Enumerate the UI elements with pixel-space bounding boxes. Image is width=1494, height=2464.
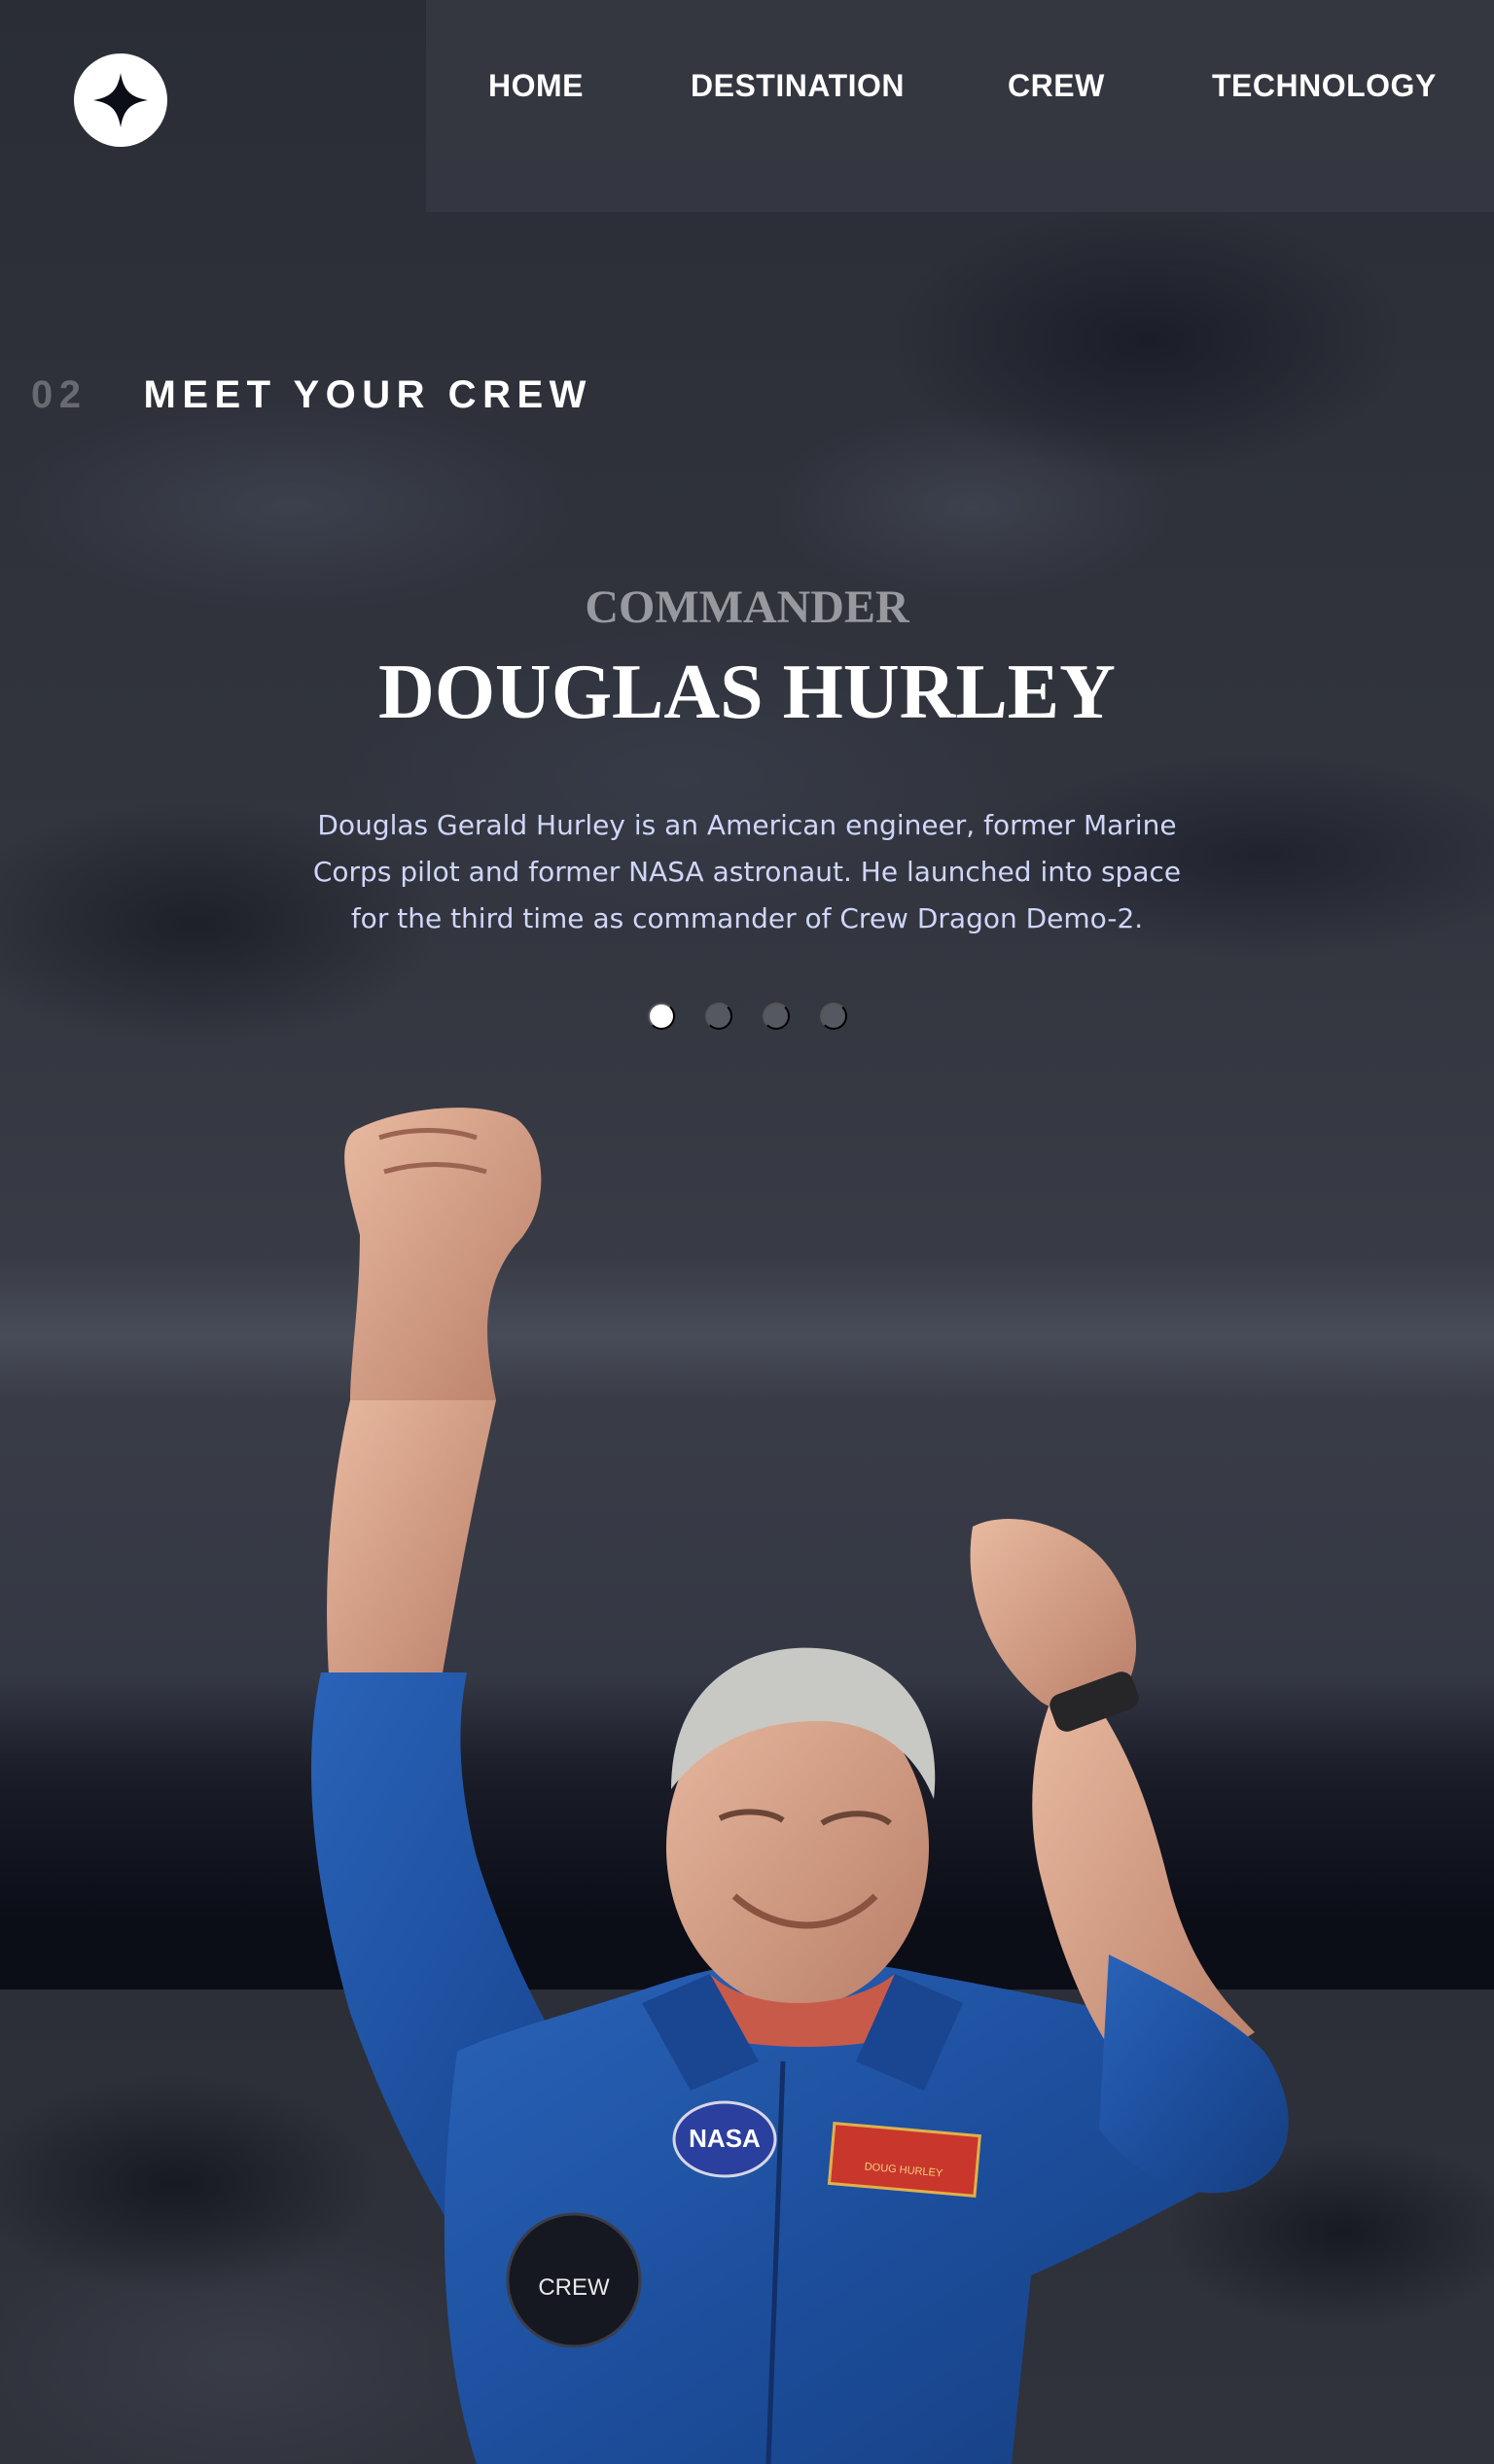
crew-bio: Douglas Gerald Hurley is an American eng… — [312, 809, 1182, 934]
star-logo-icon — [93, 73, 148, 127]
left-forearm — [327, 1400, 496, 1702]
crew-slider-dots — [0, 1003, 1494, 1030]
nav-crew[interactable]: CREW — [1008, 68, 1105, 104]
crew-name: DOUGLAS HURLEY — [378, 650, 1116, 735]
page-title: MEET YOUR CREW — [143, 373, 592, 416]
nasa-badge-text: NASA — [689, 2124, 761, 2153]
slider-dot-1[interactable] — [647, 1003, 675, 1030]
slider-dot-4[interactable] — [819, 1003, 847, 1030]
slider-dot-3[interactable] — [762, 1003, 790, 1030]
main-nav: HOME DESTINATION CREW TECHNOLOGY — [426, 0, 1494, 212]
nav-destination[interactable]: DESTINATION — [691, 68, 905, 104]
left-fist — [344, 1108, 542, 1400]
nav-home[interactable]: HOME — [488, 68, 584, 104]
crew-patch-text: CREW — [538, 2274, 610, 2301]
astronaut-portrait-image: NASA DOUG HURLEY CREW — [311, 1108, 1289, 2464]
nav-technology[interactable]: TECHNOLOGY — [1212, 68, 1437, 104]
page-heading: 02 MEET YOUR CREW — [31, 373, 592, 417]
logo-link[interactable] — [74, 53, 167, 147]
crew-role: COMMANDER — [585, 581, 909, 633]
page-number: 02 — [31, 373, 88, 416]
slider-dot-2[interactable] — [704, 1003, 732, 1030]
site-header: HOME DESTINATION CREW TECHNOLOGY — [0, 0, 1494, 212]
